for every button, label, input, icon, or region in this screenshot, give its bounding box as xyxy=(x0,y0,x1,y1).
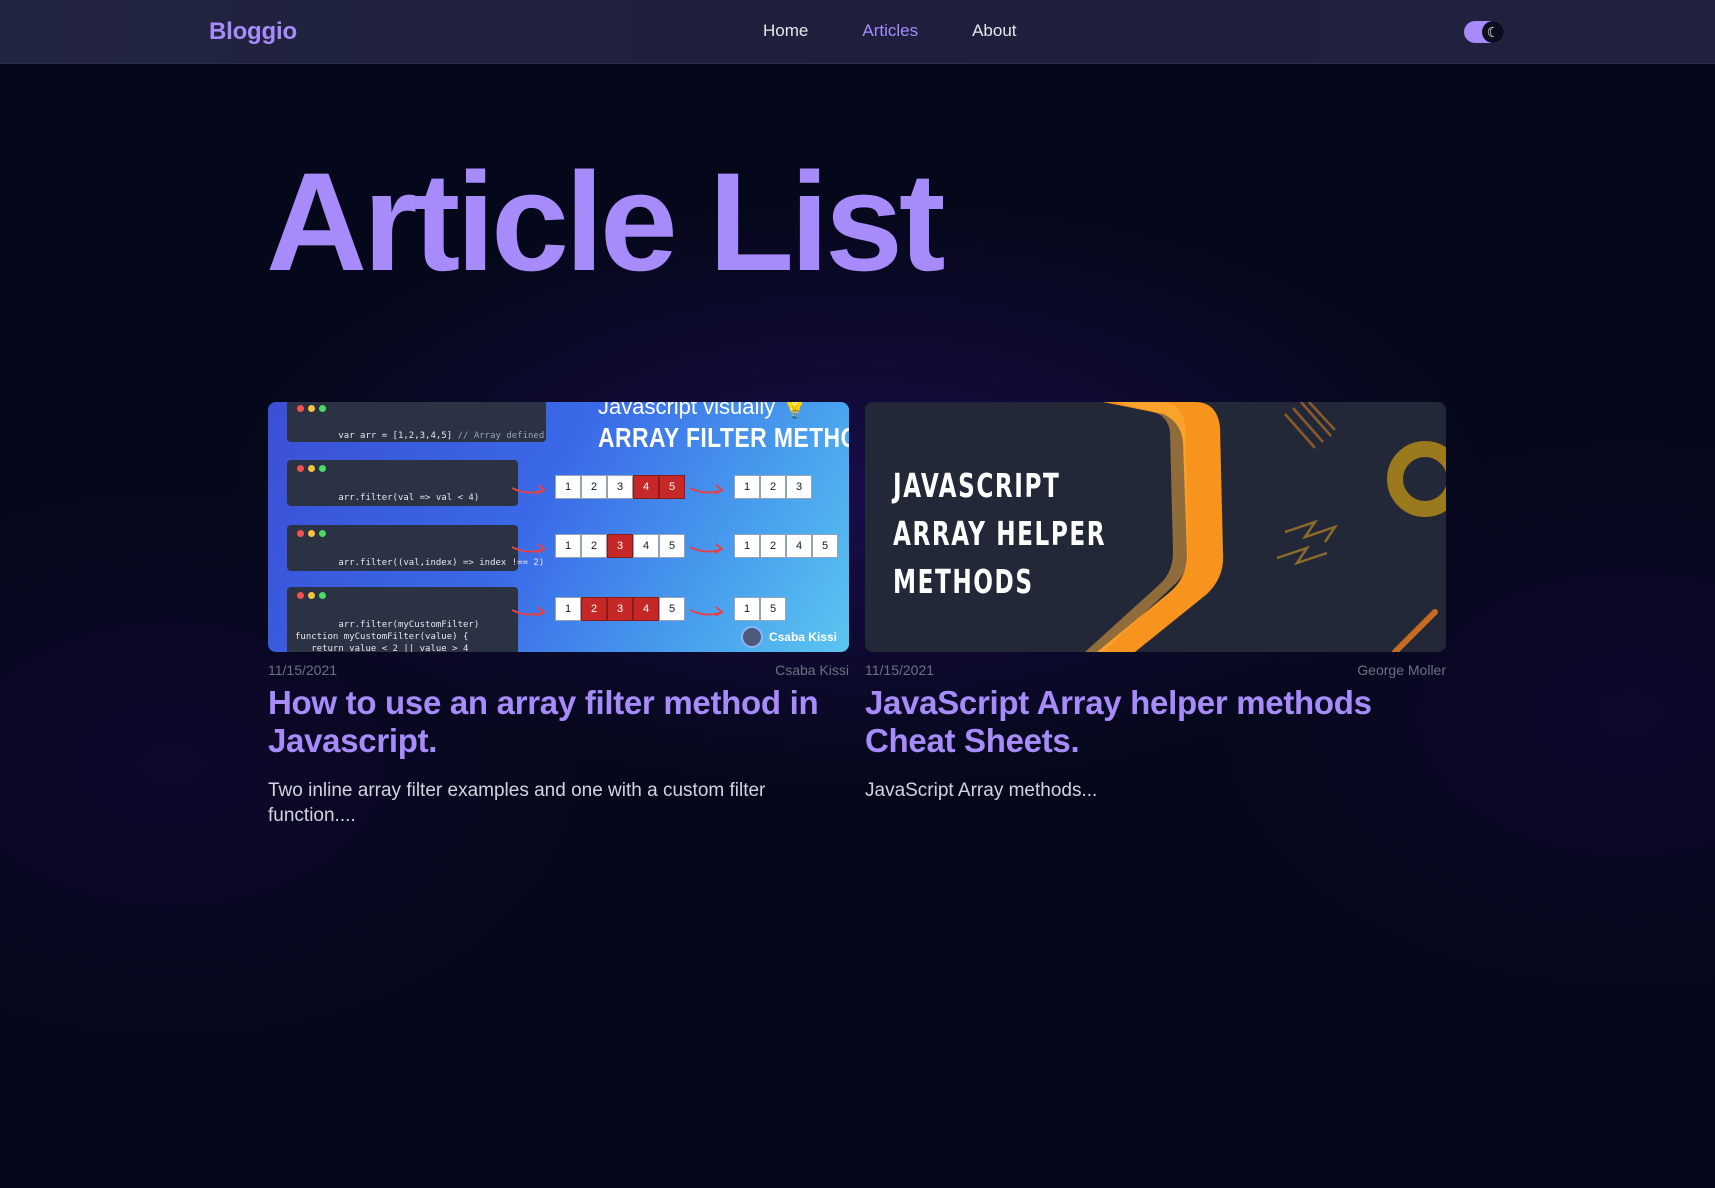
code-line: var arr = [1,2,3,4,5] xyxy=(338,431,453,441)
thumbnail-author-badge: Csaba Kissi xyxy=(740,626,837,648)
thumbnail-heading: JAVASCRIPT ARRAY HELPER METHODS xyxy=(893,466,1107,601)
code-snippet: var arr = [1,2,3,4,5] // Array defined xyxy=(287,402,546,442)
theme-toggle[interactable]: ☾ xyxy=(1464,21,1504,43)
article-meta: 11/15/2021 Csaba Kissi xyxy=(268,662,849,678)
moon-icon: ☾ xyxy=(1482,21,1504,43)
window-dots xyxy=(297,465,326,472)
nav-link-about[interactable]: About xyxy=(972,21,1016,41)
article-date: 11/15/2021 xyxy=(865,662,935,678)
window-dots xyxy=(297,405,326,412)
article-card: Javascript visually 💡 ARRAY FILTER METHO… xyxy=(268,402,849,828)
article-date: 11/15/2021 xyxy=(268,662,338,678)
thumbnail-author-name: Csaba Kissi xyxy=(768,630,837,644)
article-card: JAVASCRIPT ARRAY HELPER METHODS 11/15/20… xyxy=(865,402,1446,828)
window-dots xyxy=(297,530,326,537)
avatar xyxy=(740,626,763,648)
thumbnail-subheading: Javascript visually 💡 xyxy=(598,402,809,419)
top-navbar: Bloggio Home Articles About ☾ xyxy=(0,0,1715,64)
article-title-link[interactable]: JavaScript Array helper methods Cheat Sh… xyxy=(865,684,1446,760)
arrow-icon xyxy=(689,543,724,554)
code-snippet: arr.filter((val,index) => index !== 2) xyxy=(287,525,544,571)
nav-link-home[interactable]: Home xyxy=(763,21,808,41)
code-snippet: arr.filter(val => val < 4) xyxy=(287,460,518,506)
article-meta: 11/15/2021 George Moller xyxy=(865,662,1446,678)
code-comment: // Array defined xyxy=(457,431,545,441)
array-cells: 12345 xyxy=(555,534,685,558)
brand-logo[interactable]: Bloggio xyxy=(209,18,297,46)
arrow-icon xyxy=(511,543,546,554)
article-title-link[interactable]: How to use an array filter method in Jav… xyxy=(268,684,849,760)
page-title: Article List xyxy=(266,143,946,300)
article-thumbnail[interactable]: JAVASCRIPT ARRAY HELPER METHODS xyxy=(865,402,1446,652)
array-cells: 15 xyxy=(734,597,786,621)
article-description: Two inline array filter examples and one… xyxy=(268,780,766,826)
article-thumbnail[interactable]: Javascript visually 💡 ARRAY FILTER METHO… xyxy=(268,402,849,652)
arrow-icon xyxy=(511,606,546,617)
arrow-icon xyxy=(511,484,546,495)
code-snippet: arr.filter(myCustomFilter) function myCu… xyxy=(287,587,518,652)
article-description: JavaScript Array methods... xyxy=(865,780,1098,801)
array-cells: 12345 xyxy=(555,475,685,499)
window-dots xyxy=(297,592,326,599)
article-list: Javascript visually 💡 ARRAY FILTER METHO… xyxy=(268,402,1446,828)
code-line: arr.filter(myCustomFilter) function myCu… xyxy=(295,620,480,652)
article-author: George Moller xyxy=(1357,662,1446,678)
code-line: arr.filter((val,index) => index !== 2) xyxy=(338,558,545,568)
array-cells: 1245 xyxy=(734,534,838,558)
nav-link-articles[interactable]: Articles xyxy=(862,21,918,41)
array-cells: 123 xyxy=(734,475,812,499)
article-author: Csaba Kissi xyxy=(775,662,849,678)
thumbnail-heading: ARRAY FILTER METHOD xyxy=(598,422,849,453)
array-cells: 12345 xyxy=(555,597,685,621)
arrow-icon xyxy=(689,606,724,617)
nav-links: Home Articles About xyxy=(763,21,1071,41)
arrow-icon xyxy=(689,484,724,495)
code-line: arr.filter(val => val < 4) xyxy=(338,493,480,503)
